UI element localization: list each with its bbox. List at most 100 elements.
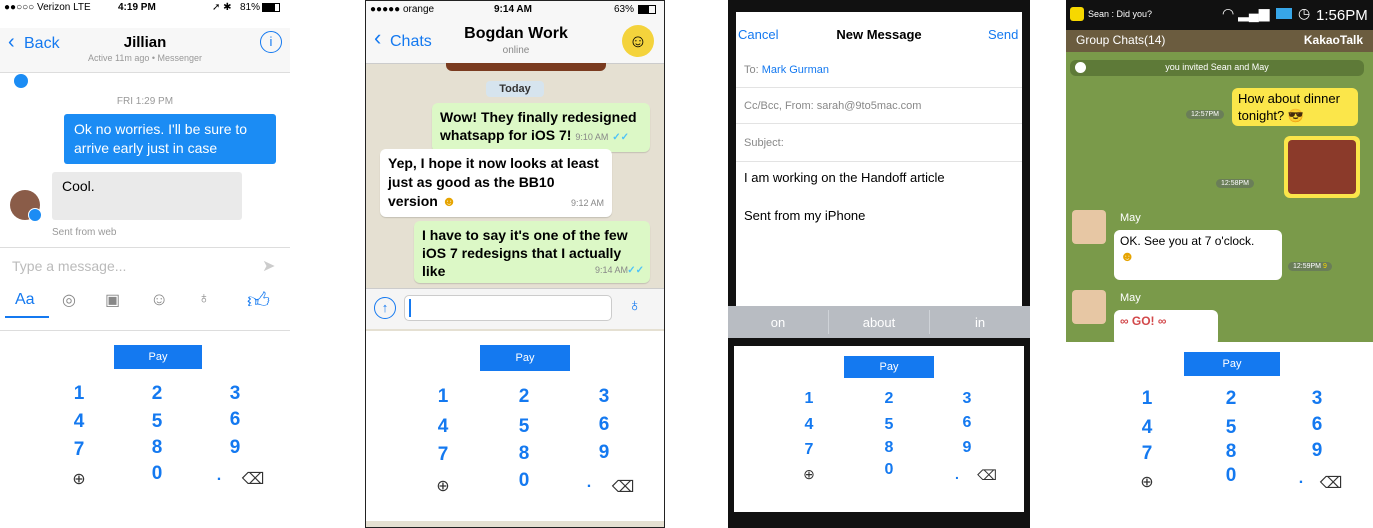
key-3[interactable]: 3 xyxy=(589,386,619,408)
outgoing-photo[interactable] xyxy=(1284,136,1360,198)
key-5[interactable]: 5 xyxy=(874,416,904,434)
gallery-icon[interactable]: ▣ xyxy=(105,290,120,310)
key-4[interactable]: 4 xyxy=(64,411,94,433)
globe-icon[interactable]: ⊕ xyxy=(64,469,94,489)
key-0[interactable]: 0 xyxy=(509,470,539,492)
send-icon[interactable]: ➤ xyxy=(262,256,275,276)
backspace-icon[interactable]: ⌫ xyxy=(972,467,1002,484)
sender-name: May xyxy=(1120,212,1141,224)
globe-icon[interactable]: ⊕ xyxy=(794,466,824,483)
key-9[interactable]: 9 xyxy=(1302,440,1332,462)
key-1[interactable]: 1 xyxy=(794,390,824,408)
key-3[interactable]: 3 xyxy=(220,383,250,405)
subject-field[interactable]: Subject: xyxy=(736,124,1022,162)
suggestion-1[interactable]: on xyxy=(728,315,828,330)
key-6[interactable]: 6 xyxy=(1302,414,1332,436)
text-mode-button[interactable]: Aa xyxy=(15,291,35,309)
backspace-icon[interactable]: ⌫ xyxy=(608,477,638,497)
microphone-icon[interactable]: ♁ xyxy=(198,290,210,308)
decimal-key[interactable]: . xyxy=(1286,470,1316,488)
key-5[interactable]: 5 xyxy=(1216,417,1246,439)
key-3[interactable]: 3 xyxy=(952,390,982,408)
key-9[interactable]: 9 xyxy=(220,437,250,459)
decimal-key[interactable]: . xyxy=(204,467,234,485)
message-input[interactable]: Type a message... xyxy=(12,258,126,274)
backspace-icon[interactable]: ⌫ xyxy=(238,469,268,489)
key-5[interactable]: 5 xyxy=(142,411,172,433)
message-input[interactable] xyxy=(404,295,612,321)
key-2[interactable]: 2 xyxy=(142,383,172,405)
number-keypad: Pay 1 2 3 4 5 6 7 8 9 ⊕ 0 . ⌫ xyxy=(0,330,290,528)
key-8[interactable]: 8 xyxy=(1216,441,1246,463)
key-0[interactable]: 0 xyxy=(142,463,172,485)
message-text: Wow! They finally redesigned whatsapp fo… xyxy=(440,109,637,143)
pay-button[interactable]: Pay xyxy=(1184,352,1280,376)
suggestion-2[interactable]: about xyxy=(829,315,929,330)
signature-text[interactable]: Sent from my iPhone xyxy=(744,208,865,223)
suggestion-3[interactable]: in xyxy=(930,315,1030,330)
key-7[interactable]: 7 xyxy=(794,441,824,459)
back-button[interactable]: Chats xyxy=(390,33,432,51)
decimal-key[interactable]: . xyxy=(942,466,972,482)
like-icon[interactable]: 👍︎ xyxy=(247,287,270,314)
key-4[interactable]: 4 xyxy=(794,416,824,434)
body-text[interactable]: I am working on the Handoff article xyxy=(744,170,945,185)
key-3[interactable]: 3 xyxy=(1302,388,1332,410)
key-4[interactable]: 4 xyxy=(428,416,458,438)
key-2[interactable]: 2 xyxy=(874,390,904,408)
pay-button[interactable]: Pay xyxy=(480,345,570,371)
key-2[interactable]: 2 xyxy=(1216,388,1246,410)
info-icon[interactable]: i xyxy=(260,31,282,53)
cc-bcc-field[interactable]: Cc/Bcc, From: sarah@9to5mac.com xyxy=(736,88,1022,124)
key-8[interactable]: 8 xyxy=(142,437,172,459)
kakaotalk-screen: Sean : Did you? ◠ ▂▄▆ ◷ 1:56PM Group Cha… xyxy=(1066,0,1373,528)
message-time: 9:14 AM xyxy=(594,265,628,275)
key-9[interactable]: 9 xyxy=(952,439,982,457)
avatar[interactable] xyxy=(1072,290,1106,324)
avatar[interactable]: ☺ xyxy=(622,25,654,57)
key-0[interactable]: 0 xyxy=(874,461,904,479)
decimal-key[interactable]: . xyxy=(574,474,604,492)
send-button[interactable]: Send xyxy=(988,27,1018,42)
recipient-token[interactable]: Mark Gurman xyxy=(762,64,829,76)
key-8[interactable]: 8 xyxy=(874,439,904,457)
key-2[interactable]: 2 xyxy=(509,386,539,408)
incoming-message: OK. See you at 7 o'clock. ☻ xyxy=(1114,230,1282,280)
key-7[interactable]: 7 xyxy=(1132,443,1162,465)
go-sticker-icon: ∞ GO! ∞ xyxy=(1120,314,1167,328)
key-0[interactable]: 0 xyxy=(1216,465,1246,487)
to-field[interactable]: To: Mark Gurman xyxy=(736,52,1022,88)
pay-button[interactable]: Pay xyxy=(844,356,934,378)
contact-status: Active 11m ago • Messenger xyxy=(87,53,203,63)
key-1[interactable]: 1 xyxy=(64,383,94,405)
avatar[interactable] xyxy=(1072,210,1106,244)
key-6[interactable]: 6 xyxy=(220,409,250,431)
key-9[interactable]: 9 xyxy=(589,442,619,464)
key-4[interactable]: 4 xyxy=(1132,417,1162,439)
message-time: 12:57PM xyxy=(1186,110,1225,119)
key-1[interactable]: 1 xyxy=(1132,388,1162,410)
attach-icon[interactable]: ↑ xyxy=(374,297,396,319)
key-8[interactable]: 8 xyxy=(509,443,539,465)
carrier-text: ●●●●● orange xyxy=(370,4,435,15)
status-bar: ●●○○○ Verizon LTE 4:19 PM ➚ ✱ 81% xyxy=(0,0,290,14)
group-chats-label[interactable]: Group Chats(14) xyxy=(1076,33,1165,47)
microphone-icon[interactable]: ♁ xyxy=(628,295,642,316)
key-7[interactable]: 7 xyxy=(64,439,94,461)
pay-button[interactable]: Pay xyxy=(114,345,202,369)
mail-screen: Cancel New Message Send To: Mark Gurman … xyxy=(728,0,1030,528)
key-7[interactable]: 7 xyxy=(428,444,458,466)
camera-icon[interactable]: ◎ xyxy=(62,290,76,310)
back-chevron-icon[interactable]: ‹ xyxy=(374,25,381,51)
divider xyxy=(0,247,290,248)
key-1[interactable]: 1 xyxy=(428,386,458,408)
emoji-icon[interactable]: ☺ xyxy=(150,289,168,310)
globe-icon[interactable]: ⊕ xyxy=(428,476,458,496)
message-time: 9:10 AM xyxy=(575,132,609,142)
backspace-icon[interactable]: ⌫ xyxy=(1316,473,1346,493)
number-keypad: Pay 1 2 3 4 5 6 7 8 9 ⊕ 0 . ⌫ xyxy=(734,346,1024,512)
key-6[interactable]: 6 xyxy=(589,414,619,436)
key-6[interactable]: 6 xyxy=(952,414,982,432)
globe-icon[interactable]: ⊕ xyxy=(1132,472,1162,492)
key-5[interactable]: 5 xyxy=(509,416,539,438)
